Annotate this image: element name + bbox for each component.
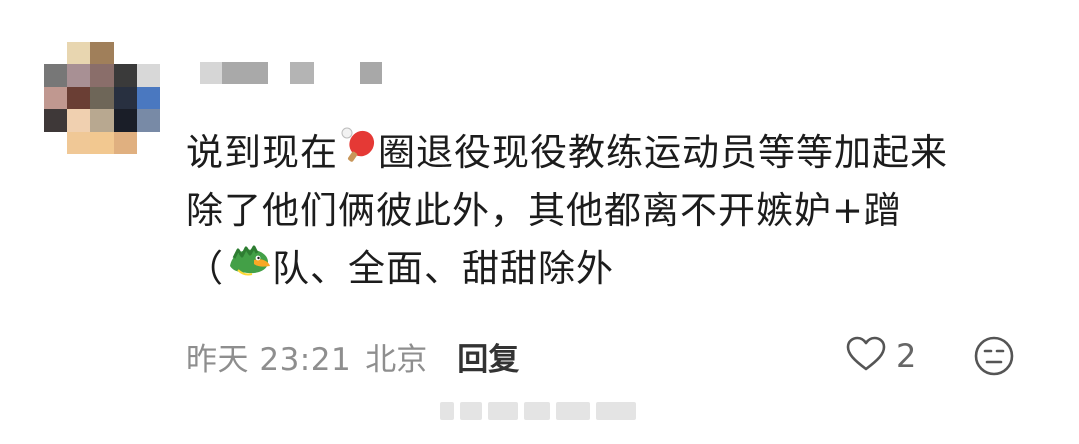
avatar-pixel [67,42,91,65]
avatar-pixel [136,42,160,65]
avatar-pixel [44,131,68,154]
avatar-pixel [113,42,137,65]
avatar-pixel [44,64,68,87]
comment-line-3: （ 队、全面、甜甜除外 [186,240,1046,298]
timestamp: 昨天 23:21 [186,341,352,378]
avatar-pixel [44,86,68,110]
avatar-pixel [67,131,91,154]
avatar-pixel [44,42,68,65]
avatar-pixel [113,64,137,87]
avatar-pixel [90,109,114,132]
like-button[interactable]: 2 [846,334,916,378]
avatar-pixel [67,109,91,132]
username-redacted[interactable] [200,62,390,84]
reply-button[interactable]: 回复 [457,334,519,379]
avatar-pixel [44,109,68,132]
avatar-pixel [90,64,114,87]
comment-text-segment: 圈退役现役教练运动员等等加起来 [378,131,948,174]
avatar-pixel [90,131,114,154]
avatar-pixel [90,86,114,110]
comment-text: 说到现在 圈退役现役教练运动员等等加起来 除了他们俩彼此外，其他都离不开嫉妒+蹭… [186,124,1046,298]
heart-icon [846,336,886,376]
avatar-pixel [136,64,160,87]
avatar-pixel [113,109,137,132]
ping-pong-paddle-icon [338,123,378,181]
like-count: 2 [896,337,917,375]
watermark-redacted [440,402,640,420]
avatar[interactable] [44,42,160,154]
avatar-pixel [136,86,160,110]
comment-text-segment: 除了他们俩彼此外，其他都离不开嫉妒+蹭 [186,189,903,232]
location: 北京 [365,341,428,378]
avatar-pixel [136,109,160,132]
avatar-pixel [67,64,91,87]
comment-text-segment: （ [186,247,224,290]
avatar-pixel [67,86,91,110]
comment-meta: 昨天 23:21 北京 回复 [186,334,519,378]
avatar-pixel [90,42,114,65]
comment-line-1: 说到现在 圈退役现役教练运动员等等加起来 [186,124,1046,182]
avatar-pixel [113,86,137,110]
comment-text-segment: 说到现在 [186,131,338,174]
comment-line-2: 除了他们俩彼此外，其他都离不开嫉妒+蹭 [186,182,1046,240]
dragon-icon [224,239,272,297]
comment-item: 说到现在 圈退役现役教练运动员等等加起来 除了他们俩彼此外，其他都离不开嫉妒+蹭… [0,0,1079,444]
emoji-reaction-icon[interactable] [973,335,1015,377]
avatar-pixel [136,131,160,154]
comment-text-segment: 队、全面、甜甜除外 [272,247,614,290]
avatar-pixel [113,131,137,154]
